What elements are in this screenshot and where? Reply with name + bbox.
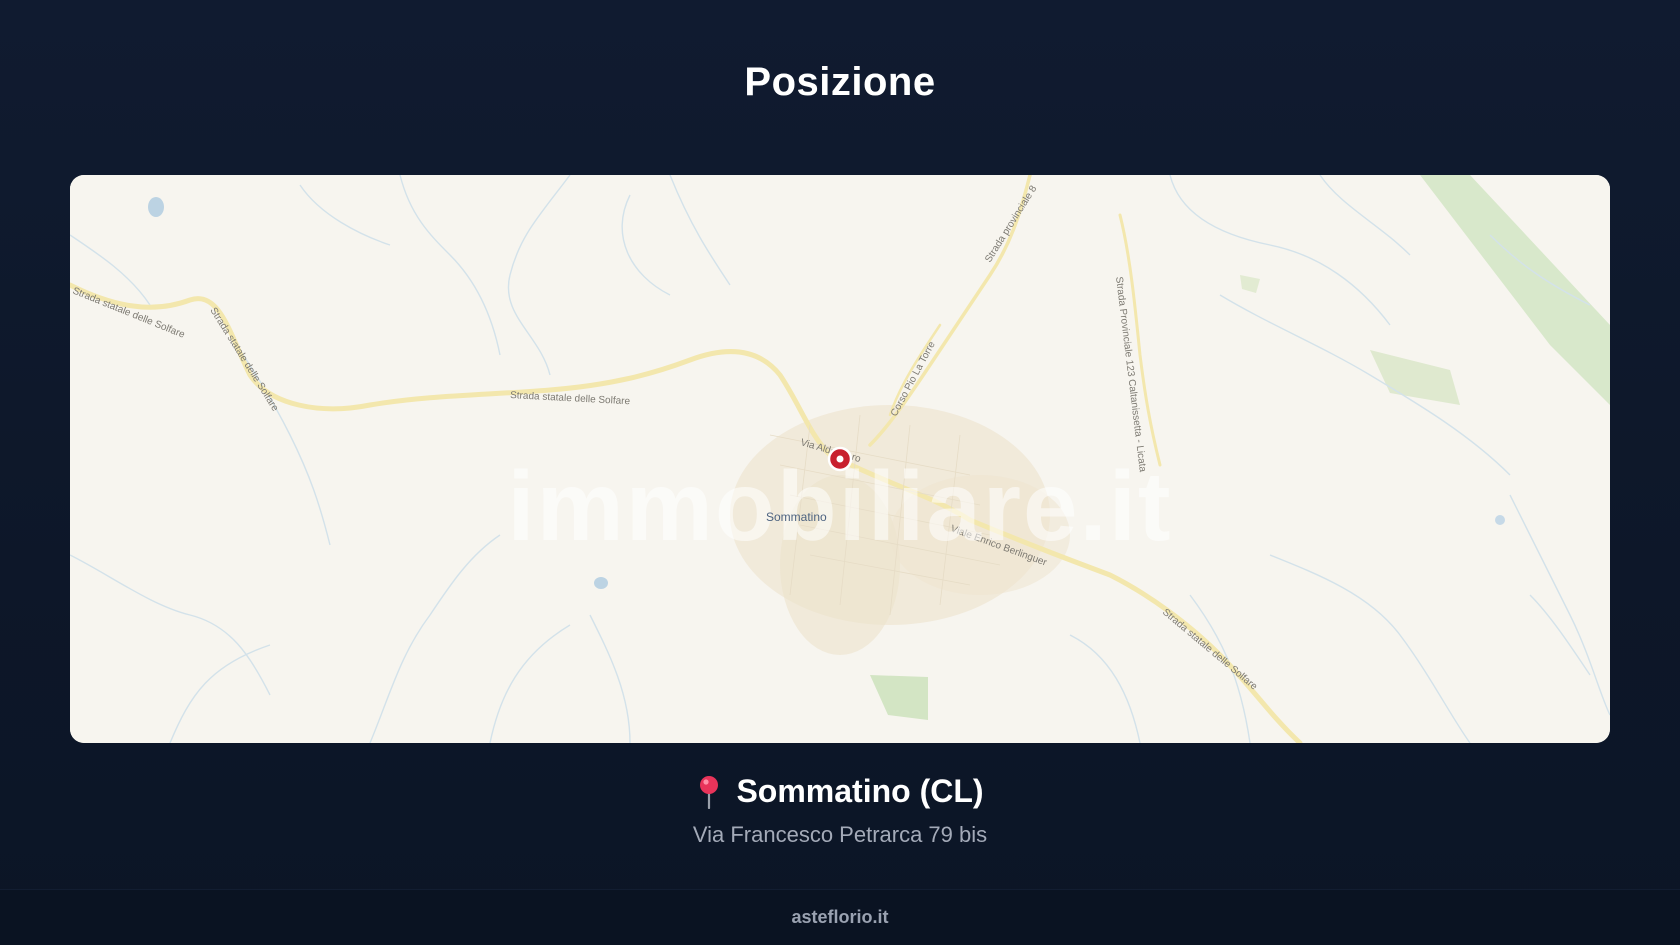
location-info: Sommatino (CL) Via Francesco Petrarca 79… xyxy=(0,773,1680,848)
location-name: Sommatino (CL) xyxy=(736,773,984,809)
page-title: Posizione xyxy=(744,60,936,104)
marker-dot xyxy=(836,455,844,463)
map-water xyxy=(594,577,608,589)
map-canvas[interactable]: Strada statale delle Solfare Strada stat… xyxy=(70,175,1610,743)
footer-site[interactable]: asteflorio.it xyxy=(791,907,888,928)
map-water xyxy=(1495,515,1505,525)
location-heading: Sommatino (CL) xyxy=(696,773,984,810)
footer: asteflorio.it xyxy=(0,889,1680,945)
town-label: Sommatino xyxy=(766,510,827,524)
round-pushpin-icon xyxy=(700,775,719,809)
location-map[interactable]: Strada statale delle Solfare Strada stat… xyxy=(70,175,1610,743)
location-marker[interactable] xyxy=(827,446,853,472)
location-address: Via Francesco Petrarca 79 bis xyxy=(692,821,988,847)
map-water xyxy=(148,197,164,217)
